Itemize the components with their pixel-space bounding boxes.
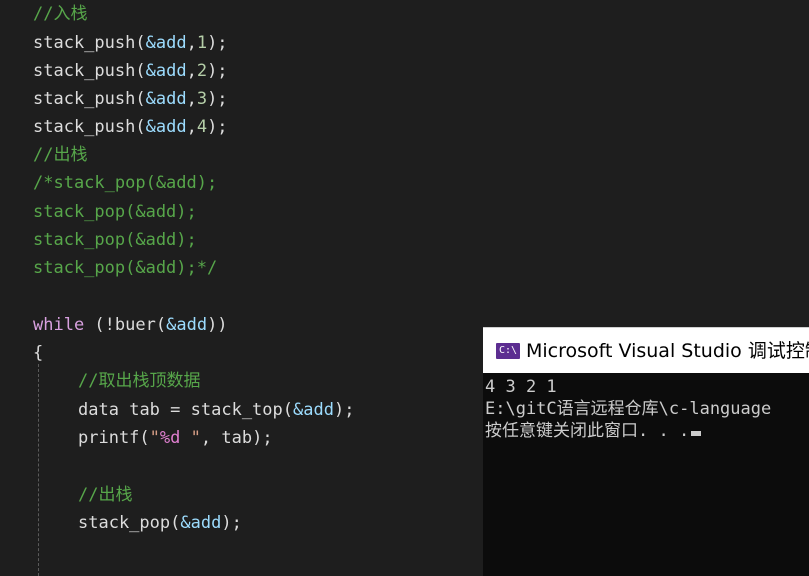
argument-num: 1 [196, 33, 208, 53]
function-name: buer [114, 315, 156, 335]
console-output[interactable]: 4 3 2 1 E:\gitC语言远程仓库\c-language 按任意键关闭此… [483, 373, 809, 576]
code-line-push-1: stack_push(&add,1); [33, 33, 228, 53]
code-line-while: while (!buer(&add)) [33, 315, 228, 335]
console-titlebar[interactable]: C:\ Microsoft Visual Studio 调试控制台 [483, 327, 809, 373]
code-line-push-4: stack_push(&add,4); [33, 117, 228, 137]
function-name: stack_push [33, 117, 136, 137]
argument-var: &add [180, 513, 222, 533]
console-line-path: E:\gitC语言远程仓库\c-language [485, 399, 772, 419]
comment-pop: //出栈 [33, 145, 88, 165]
comment-get-top: //取出栈顶数据 [78, 371, 201, 391]
while-keyword: while [33, 315, 85, 335]
indent-guide [38, 364, 39, 576]
function-name: stack_push [33, 89, 136, 109]
argument-var: &add [145, 117, 187, 137]
argument-var: &add [166, 315, 208, 335]
block-comment-line-4: stack_pop(&add);*/ [33, 258, 218, 278]
type-name: data [78, 400, 119, 420]
text-cursor [691, 431, 702, 436]
argument-var: &add [145, 89, 187, 109]
argument-var: &add [293, 400, 334, 420]
console-app-icon: C:\ [496, 343, 520, 359]
function-name: stack_push [33, 61, 136, 81]
function-name: stack_pop [78, 513, 171, 533]
debug-console-window[interactable]: C:\ Microsoft Visual Studio 调试控制台 4 3 2 … [483, 327, 809, 576]
block-comment-line-2: stack_pop(&add); [33, 202, 197, 222]
console-title: Microsoft Visual Studio 调试控制台 [526, 340, 809, 362]
variable-name: tab [221, 428, 253, 448]
code-line-decl: data tab = stack_top(&add); [78, 400, 355, 420]
function-name: stack_push [33, 33, 136, 53]
prompt-text: 按任意键关闭此窗口. . . [485, 421, 690, 441]
block-comment-line-1: /*stack_pop(&add); [33, 173, 218, 193]
function-name: printf [78, 428, 140, 448]
code-line-printf: printf("%d ", tab); [78, 428, 273, 448]
comment-push: //入栈 [33, 4, 88, 24]
format-spec: %d [159, 428, 181, 448]
function-name: stack_top [190, 400, 283, 420]
code-line-push-3: stack_push(&add,3); [33, 89, 228, 109]
argument-num: 3 [196, 89, 208, 109]
code-line-push-2: stack_push(&add,2); [33, 61, 228, 81]
block-comment-line-3: stack_pop(&add); [33, 230, 197, 250]
console-line-output: 4 3 2 1 [485, 377, 557, 397]
comment-pop-inner: //出栈 [78, 485, 133, 505]
code-line-pop: stack_pop(&add); [78, 513, 242, 533]
console-line-prompt: 按任意键关闭此窗口. . . [485, 420, 702, 442]
argument-num: 4 [196, 117, 208, 137]
argument-var: &add [145, 61, 187, 81]
brace-open: { [33, 343, 44, 363]
argument-var: &add [145, 33, 187, 53]
argument-num: 2 [196, 61, 208, 81]
variable-name: tab [129, 400, 160, 420]
